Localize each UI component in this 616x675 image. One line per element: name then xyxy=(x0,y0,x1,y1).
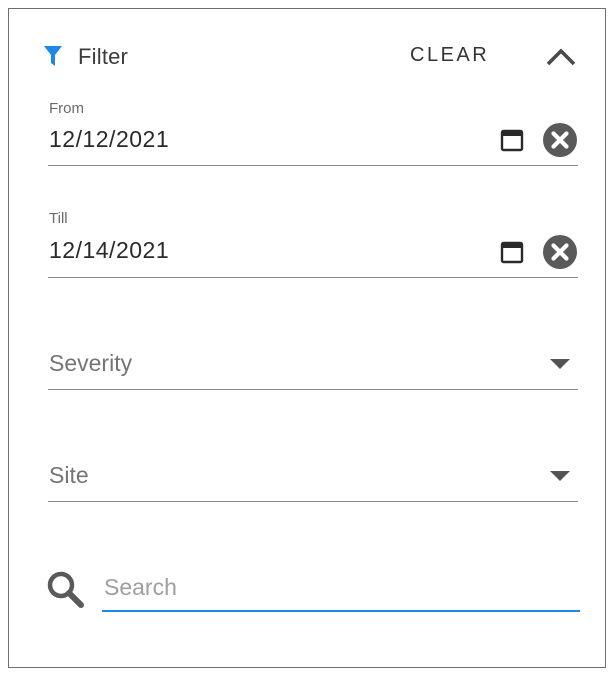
till-caption: Till xyxy=(49,210,68,227)
search-icon xyxy=(47,571,84,608)
close-circle-icon[interactable] xyxy=(542,234,578,270)
calendar-icon[interactable] xyxy=(500,128,524,152)
caret-down-icon[interactable] xyxy=(550,471,570,483)
from-caption: From xyxy=(49,100,84,117)
search-input[interactable] xyxy=(102,564,580,612)
site-select[interactable]: Site xyxy=(48,452,578,502)
site-placeholder: Site xyxy=(49,462,89,488)
filter-header: Filter CLEAR xyxy=(40,36,580,76)
filter-title: Filter xyxy=(78,44,129,69)
search-box xyxy=(46,564,580,616)
till-date-input[interactable] xyxy=(49,235,479,265)
calendar-icon[interactable] xyxy=(500,240,524,264)
severity-select[interactable]: Severity xyxy=(48,340,578,390)
from-date-input[interactable] xyxy=(49,124,479,154)
filter-icon xyxy=(44,46,62,66)
chevron-up-icon[interactable] xyxy=(544,42,578,72)
severity-placeholder: Severity xyxy=(49,350,133,376)
till-date-field: Till xyxy=(48,206,578,278)
caret-down-icon[interactable] xyxy=(550,359,570,371)
from-date-field: From xyxy=(48,94,578,166)
close-circle-icon[interactable] xyxy=(542,122,578,158)
clear-button[interactable]: CLEAR xyxy=(410,44,489,67)
